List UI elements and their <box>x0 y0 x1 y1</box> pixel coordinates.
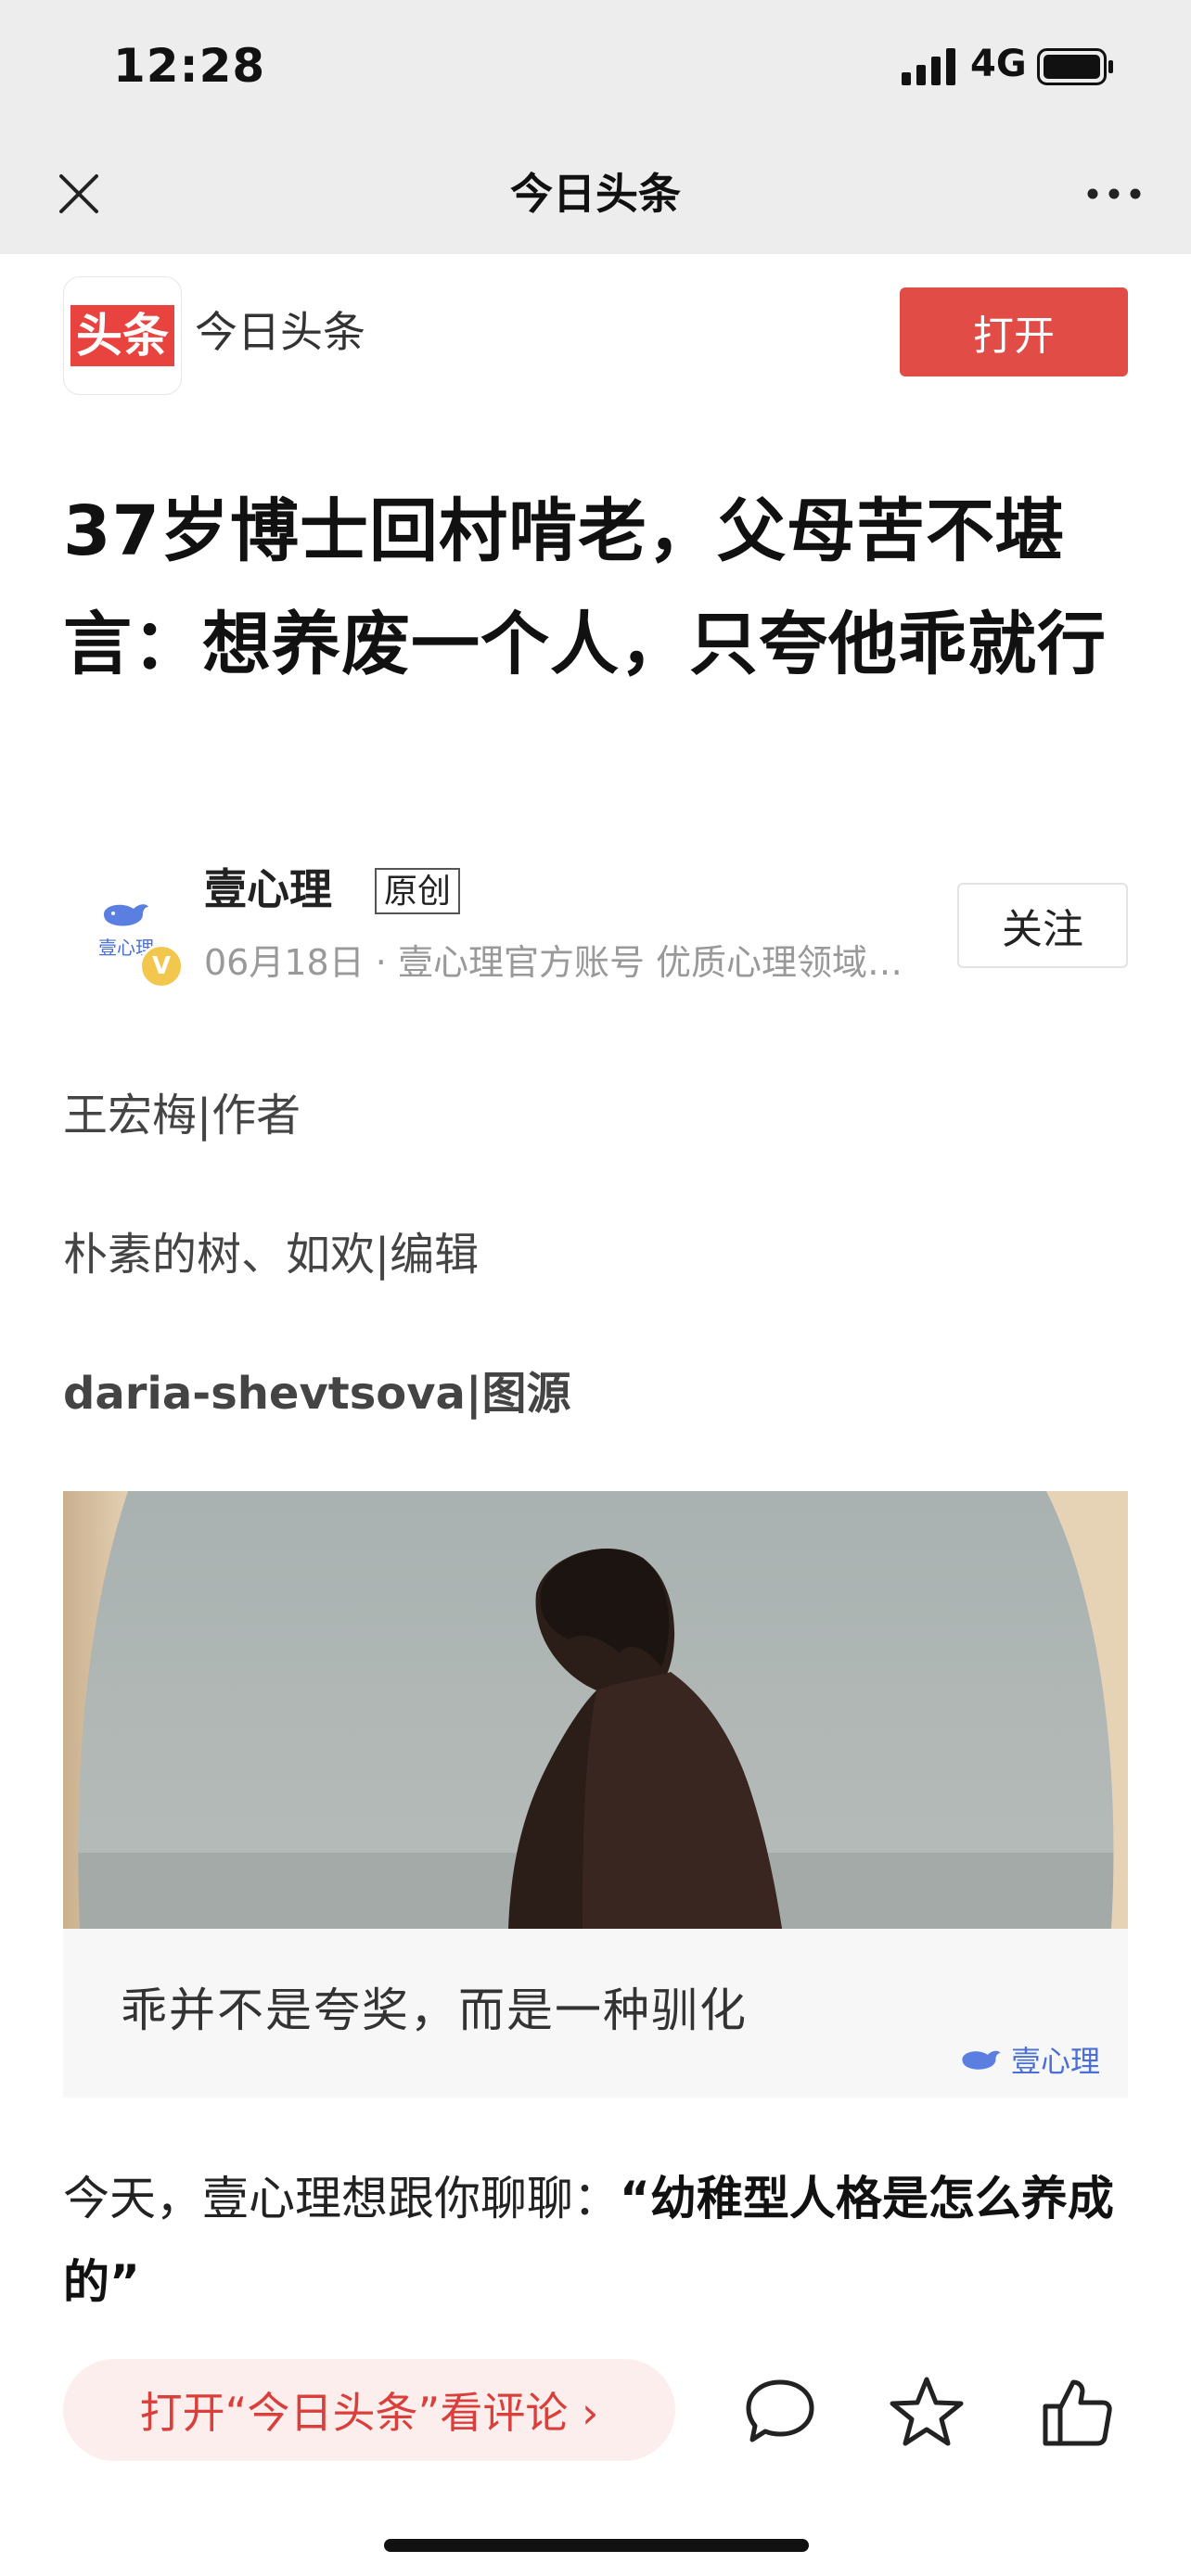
nav-title: 今日头条 <box>510 169 681 219</box>
battery-icon <box>1037 48 1113 85</box>
image-watermark: 壹心理 <box>959 2038 1100 2081</box>
credit-author: 王宏梅|作者 <box>63 1090 301 1141</box>
article-intro: 今天，壹心理想跟你聊聊：“幼稚型人格是怎么养成的” <box>63 2157 1139 2324</box>
article-image[interactable]: 乖并不是夸奖，而是一种驯化 壹心理 <box>63 1491 1128 2098</box>
comment-icon <box>746 2379 814 2442</box>
author-name[interactable]: 壹心理 <box>204 861 332 918</box>
app-name: 今日头条 <box>195 307 365 357</box>
favorite-button[interactable] <box>885 2370 968 2454</box>
image-caption-area: 乖并不是夸奖，而是一种驯化 壹心理 <box>63 1929 1128 2098</box>
close-button[interactable] <box>48 163 109 224</box>
credit-editor: 朴素的树、如欢|编辑 <box>63 1229 480 1281</box>
more-button[interactable] <box>1080 163 1148 224</box>
open-comments-button[interactable]: 打开“今日头条”看评论 › <box>63 2359 675 2461</box>
status-time: 12:28 <box>113 39 266 93</box>
home-indicator[interactable] <box>384 2539 809 2552</box>
close-icon <box>59 174 98 213</box>
photo-illustration <box>63 1491 1128 1929</box>
article-headline: 37岁博士回村啃老，父母苦不堪言：想养废一个人，只夸他乖就行 <box>63 491 1107 684</box>
app-logo-text: 头条 <box>70 305 174 366</box>
follow-button[interactable]: 关注 <box>957 883 1128 968</box>
verified-badge: V <box>139 944 184 988</box>
network-label: 4G <box>970 43 1027 85</box>
credit-image-source: daria-shevtsova|图源 <box>63 1368 571 1420</box>
original-badge: 原创 <box>375 868 461 914</box>
more-icon <box>1087 188 1141 199</box>
watermark-text: 壹心理 <box>1010 2044 1100 2079</box>
image-caption: 乖并不是夸奖，而是一种驯化 <box>121 1983 748 2037</box>
star-icon <box>890 2377 964 2446</box>
like-button[interactable] <box>1035 2370 1119 2454</box>
comment-button[interactable] <box>738 2370 822 2454</box>
author-meta: 06月18日 · 壹心理官方账号 优质心理领域创作者 <box>204 942 909 983</box>
open-app-button[interactable]: 打开 <box>900 287 1128 376</box>
app-logo[interactable]: 头条 <box>63 276 182 395</box>
intro-lead: 今天，壹心理想跟你聊聊： <box>63 2172 620 2225</box>
thumbs-up-icon <box>1043 2379 1112 2446</box>
whale-logo-icon <box>104 903 148 925</box>
whale-logo-icon <box>962 2050 1001 2070</box>
signal-icon <box>902 48 955 85</box>
